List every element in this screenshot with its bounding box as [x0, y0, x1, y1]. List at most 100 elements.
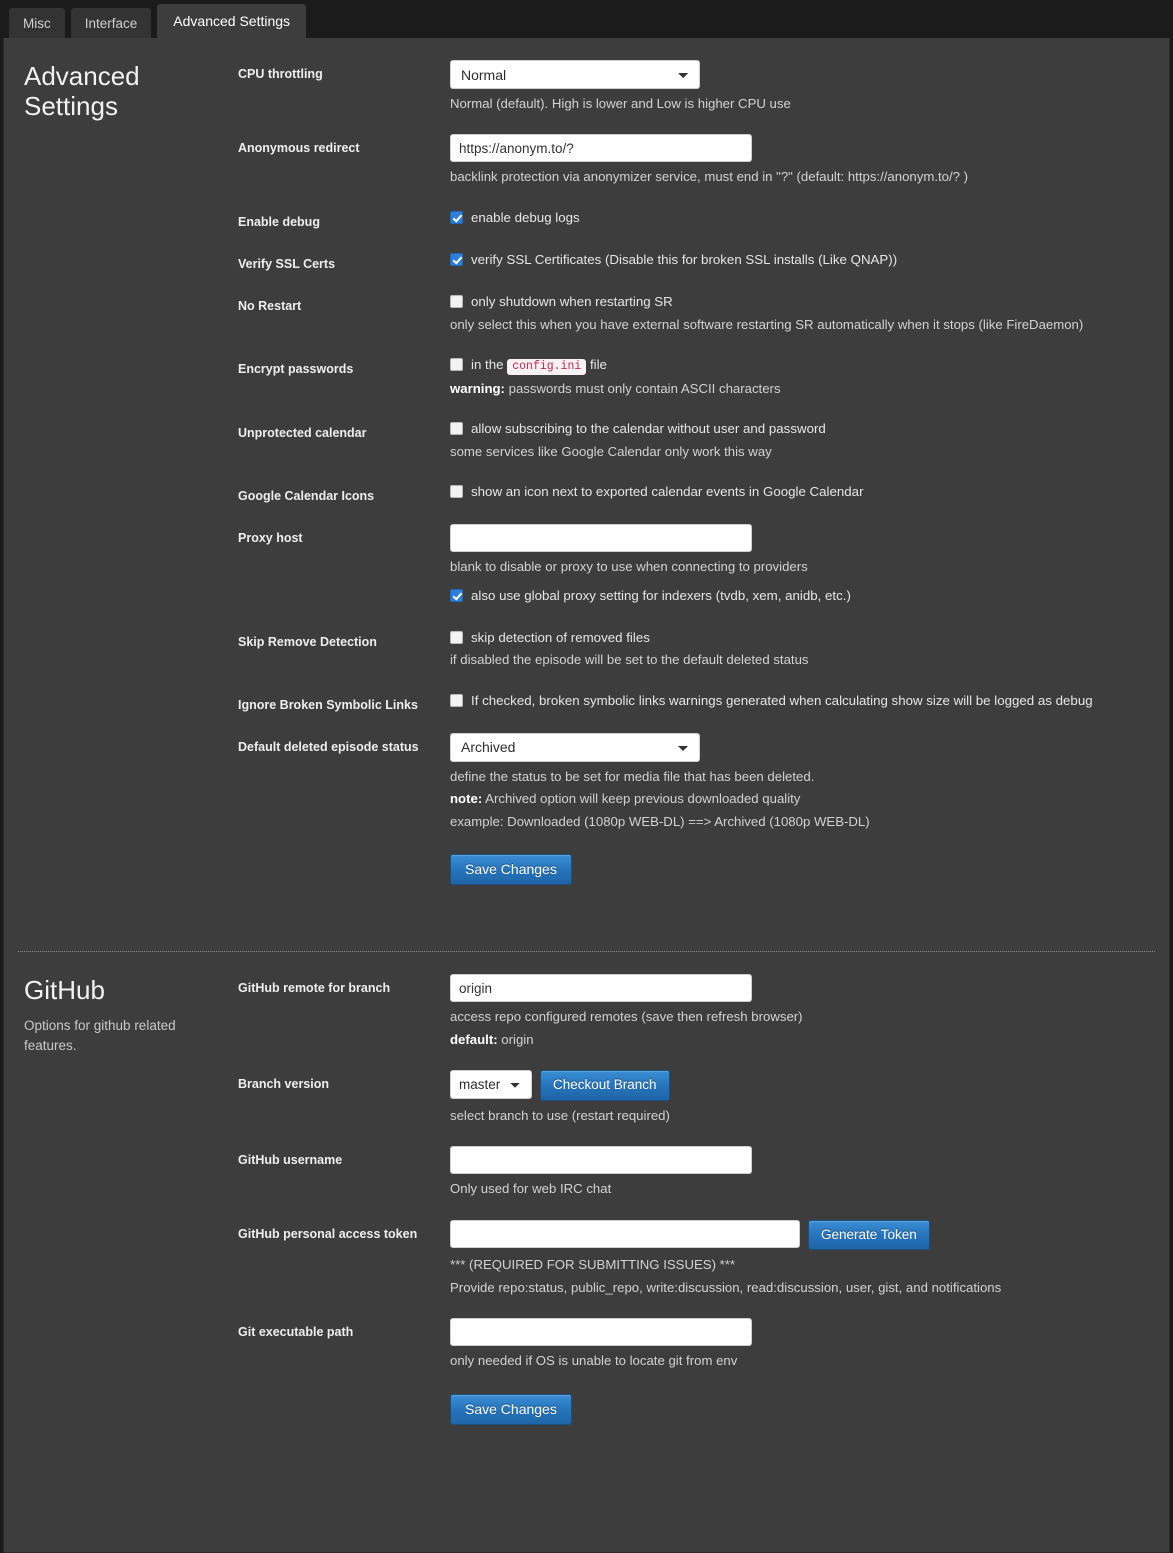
- field-proxy-host: Proxy host blank to disable or proxy to …: [238, 524, 1149, 608]
- field-label-cpu-throttling: CPU throttling: [238, 67, 323, 81]
- cpu-throttling-help: Normal (default). High is lower and Low …: [450, 96, 791, 111]
- github-token-input[interactable]: [450, 1219, 800, 1248]
- proxy-indexers-checkbox[interactable]: [450, 588, 463, 602]
- no-restart-checkline: only shutdown when restarting SR: [450, 292, 1149, 311]
- field-cpu-throttling: CPU throttling Normal Normal (default). …: [238, 60, 1149, 114]
- field-label-default-deleted-status: Default deleted episode status: [238, 739, 419, 754]
- field-label-github-token: GitHub personal access token: [238, 1226, 418, 1241]
- tab-bar: Misc Interface Advanced Settings: [0, 0, 1173, 38]
- git-path-help: only needed if OS is unable to locate gi…: [450, 1353, 738, 1369]
- field-label-github-remote: GitHub remote for branch: [238, 981, 391, 996]
- branch-version-help: select branch to use (restart required): [450, 1107, 670, 1123]
- proxy-indexers-checkline: also use global proxy setting for indexe…: [450, 586, 1149, 605]
- config-ini-code: config.ini: [507, 359, 587, 376]
- field-label-github-username: GitHub username: [238, 1153, 343, 1168]
- field-verify-ssl: Verify SSL Certs verify SSL Certificates…: [238, 250, 1149, 272]
- field-label-no-restart: No Restart: [238, 299, 302, 314]
- skip-remove-detection-checkbox[interactable]: [450, 630, 463, 644]
- github-remote-help: access repo configured remotes (save the…: [450, 1009, 803, 1025]
- verify-ssl-checkline: verify SSL Certificates (Disable this fo…: [450, 250, 1149, 269]
- tab-interface[interactable]: Interface: [69, 7, 153, 38]
- tab-misc[interactable]: Misc: [8, 7, 66, 38]
- github-username-help: Only used for web IRC chat: [450, 1181, 612, 1197]
- google-calendar-icons-checkline: show an icon next to exported calendar e…: [450, 482, 1149, 501]
- advanced-save-changes-button[interactable]: Save Changes: [450, 854, 572, 886]
- advanced-settings-section: Advanced Settings CPU throttling Normal …: [4, 38, 1169, 933]
- github-save-changes-button[interactable]: Save Changes: [450, 1393, 572, 1425]
- checkout-branch-button[interactable]: Checkout Branch: [540, 1070, 670, 1101]
- ignore-broken-symlinks-checkbox[interactable]: [450, 693, 463, 707]
- field-label-enable-debug: Enable debug: [238, 214, 320, 229]
- ignore-broken-symlinks-label: If checked, broken symbolic links warnin…: [471, 692, 1093, 708]
- default-deleted-status-help-2: note: Archived option will keep previous…: [450, 789, 1149, 809]
- advanced-settings-fields: CPU throttling Normal Normal (default). …: [238, 60, 1169, 923]
- google-calendar-icons-checkbox[interactable]: [450, 485, 463, 498]
- encrypt-passwords-checkbox[interactable]: [450, 358, 463, 372]
- field-enable-debug: Enable debug enable debug logs: [238, 208, 1149, 230]
- github-remote-default-strong: default:: [450, 1031, 498, 1047]
- github-token-help-1: *** (REQUIRED FOR SUBMITTING ISSUES) ***: [450, 1257, 736, 1273]
- no-restart-help: only select this when you have external …: [450, 316, 1084, 332]
- enable-debug-label: enable debug logs: [471, 209, 580, 225]
- ignore-broken-symlinks-checkline: If checked, broken symbolic links warnin…: [450, 691, 1149, 710]
- encrypt-passwords-suffix: file: [589, 357, 607, 373]
- field-github-save: Save Changes: [238, 1392, 1149, 1443]
- field-label-verify-ssl: Verify SSL Certs: [238, 257, 336, 272]
- skip-remove-detection-help: if disabled the episode will be set to t…: [450, 652, 809, 668]
- github-username-input[interactable]: [450, 1146, 752, 1175]
- encrypt-passwords-help-rest: passwords must only contain ASCII charac…: [504, 380, 781, 396]
- field-default-deleted-status: Default deleted episode status Archived …: [238, 732, 1149, 832]
- field-label-branch-version: Branch version: [238, 1077, 330, 1092]
- field-label-ignore-broken-symlinks: Ignore Broken Symbolic Links: [238, 697, 418, 712]
- page-title: Advanced Settings: [24, 61, 140, 121]
- verify-ssl-label: verify SSL Certificates (Disable this fo…: [471, 252, 898, 268]
- field-branch-version: Branch version master Checkout Branch se…: [238, 1070, 1149, 1126]
- github-remote-input[interactable]: [450, 974, 752, 1003]
- default-deleted-status-note-strong: note:: [450, 791, 483, 807]
- default-deleted-status-select[interactable]: Archived: [450, 732, 700, 762]
- encrypt-passwords-checkline: in the config.ini file: [450, 355, 1149, 376]
- default-deleted-status-help-3: example: Downloaded (1080p WEB-DL) ==> A…: [450, 813, 870, 829]
- unprotected-calendar-label: allow subscribing to the calendar withou…: [471, 421, 826, 437]
- enable-debug-checkbox[interactable]: [450, 210, 463, 224]
- enable-debug-checkline: enable debug logs: [450, 208, 1149, 227]
- field-label-anonymous-redirect: Anonymous redirect: [238, 141, 360, 156]
- no-restart-checkbox[interactable]: [450, 295, 463, 309]
- skip-remove-detection-label: skip detection of removed files: [471, 629, 650, 645]
- field-label-proxy-host: Proxy host: [238, 531, 303, 546]
- field-no-restart: No Restart only shutdown when restarting…: [238, 292, 1149, 335]
- proxy-host-input[interactable]: [450, 524, 752, 553]
- github-remote-default-rest: origin: [497, 1031, 534, 1047]
- field-label-git-path: Git executable path: [238, 1325, 354, 1340]
- git-path-input[interactable]: [450, 1318, 752, 1347]
- github-section: GitHub Options for github related featur…: [4, 952, 1169, 1472]
- verify-ssl-checkbox[interactable]: [450, 253, 463, 267]
- generate-token-button[interactable]: Generate Token: [808, 1219, 930, 1251]
- field-label-unprotected-calendar: Unprotected calendar: [238, 426, 367, 441]
- field-github-token: GitHub personal access token Generate To…: [238, 1219, 1149, 1298]
- skip-remove-detection-checkline: skip detection of removed files: [450, 628, 1149, 647]
- unprotected-calendar-help: some services like Google Calendar only …: [450, 443, 772, 459]
- field-label-skip-remove-detection: Skip Remove Detection: [238, 634, 377, 649]
- field-skip-remove-detection: Skip Remove Detection skip detection of …: [238, 628, 1149, 671]
- default-deleted-status-note-rest: Archived option will keep previous downl…: [482, 791, 801, 807]
- field-github-username: GitHub username Only used for web IRC ch…: [238, 1146, 1149, 1199]
- github-description: Options for github related features.: [24, 1018, 176, 1053]
- field-unprotected-calendar: Unprotected calendar allow subscribing t…: [238, 419, 1149, 462]
- cpu-throttling-select[interactable]: Normal: [450, 60, 700, 89]
- no-restart-label: only shutdown when restarting SR: [471, 294, 673, 310]
- github-title: GitHub: [24, 975, 105, 1006]
- anonymous-redirect-input[interactable]: [450, 134, 752, 163]
- settings-panel: Advanced Settings CPU throttling Normal …: [3, 38, 1170, 1553]
- branch-version-select[interactable]: master: [450, 1070, 532, 1100]
- github-fields: GitHub remote for branch access repo con…: [238, 974, 1169, 1462]
- field-encrypt-passwords: Encrypt passwords in the config.ini file…: [238, 355, 1149, 399]
- field-label-encrypt-passwords: Encrypt passwords: [238, 362, 354, 377]
- github-token-help-2: Provide repo:status, public_repo, write:…: [450, 1279, 1002, 1295]
- tab-advanced-settings[interactable]: Advanced Settings: [156, 3, 308, 38]
- field-ignore-broken-symlinks: Ignore Broken Symbolic Links If checked,…: [238, 691, 1149, 713]
- field-advanced-save: Save Changes: [238, 852, 1149, 903]
- default-deleted-status-help-1: define the status to be set for media fi…: [450, 768, 815, 784]
- field-label-google-calendar-icons: Google Calendar Icons: [238, 489, 375, 503]
- unprotected-calendar-checkbox[interactable]: [450, 422, 463, 436]
